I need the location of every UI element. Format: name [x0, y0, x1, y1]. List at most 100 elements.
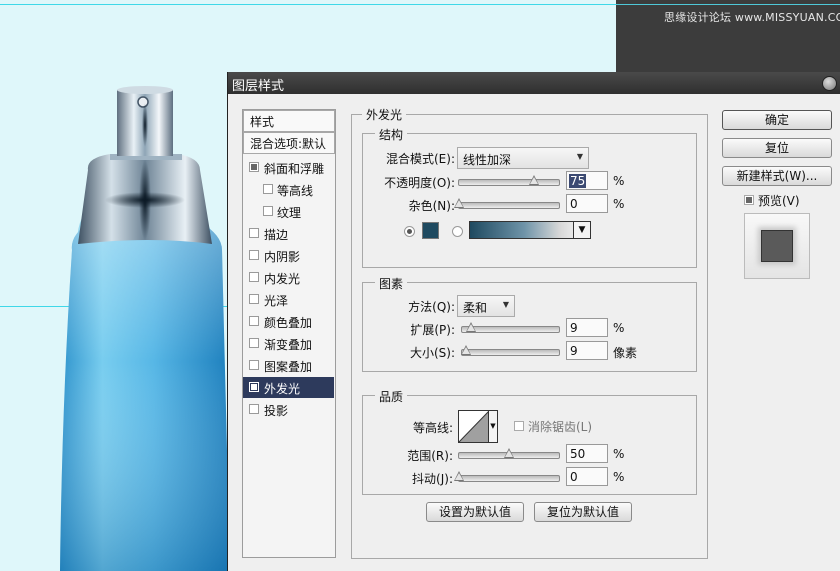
- style-item-label: 投影: [264, 404, 289, 418]
- opacity-slider-thumb[interactable]: [529, 175, 539, 185]
- blend-mode-dropdown[interactable]: 线性加深 ▼: [457, 147, 589, 169]
- style-item-checkbox[interactable]: [249, 294, 259, 304]
- style-item-label: 纹理: [277, 206, 302, 220]
- opacity-input[interactable]: 75: [566, 171, 608, 190]
- style-item[interactable]: 斜面和浮雕: [243, 157, 334, 178]
- style-item-checkbox[interactable]: [249, 338, 259, 348]
- structure-group: 结构 混合模式(E): 线性加深 ▼ 不透明度(O): 75 % 杂色(N): …: [362, 126, 697, 268]
- structure-title: 结构: [375, 126, 408, 143]
- style-list-panel: 样式 混合选项:默认 斜面和浮雕等高线纹理描边内阴影内发光光泽颜色叠加渐变叠加图…: [242, 109, 336, 558]
- dialog-titlebar[interactable]: 图层样式: [228, 72, 840, 94]
- gradient-picker-arrow[interactable]: ▼: [573, 222, 590, 238]
- outer-glow-panel: 外发光 结构 混合模式(E): 线性加深 ▼ 不透明度(O): 75 % 杂色(…: [351, 106, 708, 559]
- contour-picker[interactable]: ▼: [458, 410, 498, 443]
- size-slider-thumb[interactable]: [460, 345, 471, 355]
- style-item-checkbox[interactable]: [249, 162, 259, 172]
- spread-slider-thumb[interactable]: [465, 322, 476, 332]
- preview-checkbox[interactable]: [744, 195, 754, 205]
- style-item[interactable]: 光泽: [243, 289, 334, 310]
- spread-slider[interactable]: [461, 322, 560, 333]
- style-item-checkbox[interactable]: [249, 404, 259, 414]
- size-input[interactable]: 9: [566, 341, 608, 360]
- range-label: 范围(R):: [407, 449, 453, 463]
- range-input[interactable]: 50: [566, 444, 608, 463]
- gradient-radio[interactable]: [452, 226, 463, 237]
- preview-label: 预览(V): [758, 194, 800, 208]
- style-item[interactable]: 纹理: [243, 201, 334, 222]
- glow-color-swatch[interactable]: [422, 222, 439, 239]
- style-item[interactable]: 描边: [243, 223, 334, 244]
- style-item-checkbox[interactable]: [249, 272, 259, 282]
- jitter-input[interactable]: 0: [566, 467, 608, 486]
- style-item-checkbox[interactable]: [263, 184, 273, 194]
- style-item-label: 内阴影: [264, 250, 301, 264]
- styles-header-label: 样式: [250, 115, 275, 129]
- blending-options-header[interactable]: 混合选项:默认: [243, 132, 335, 154]
- style-item[interactable]: 渐变叠加: [243, 333, 334, 354]
- style-item[interactable]: 内阴影: [243, 245, 334, 266]
- style-item-label: 颜色叠加: [264, 316, 313, 330]
- size-label: 大小(S):: [409, 346, 455, 360]
- range-slider-thumb[interactable]: [504, 448, 514, 458]
- style-item-checkbox[interactable]: [249, 382, 259, 392]
- spread-value: 9: [570, 321, 578, 335]
- style-item-label: 斜面和浮雕: [264, 162, 325, 176]
- anti-alias-label: 消除锯齿(L): [528, 420, 593, 434]
- noise-slider-thumb[interactable]: [454, 198, 464, 208]
- chevron-down-icon: ▼: [576, 152, 583, 161]
- anti-alias-checkbox[interactable]: [514, 421, 524, 431]
- style-item[interactable]: 投影: [243, 399, 334, 420]
- reset-button[interactable]: 复位: [722, 138, 832, 158]
- style-item-checkbox[interactable]: [249, 228, 259, 238]
- new-style-button[interactable]: 新建样式(W)...: [722, 166, 832, 186]
- noise-input[interactable]: 0: [566, 194, 608, 213]
- size-value: 9: [570, 344, 578, 358]
- opacity-slider[interactable]: [458, 175, 560, 186]
- ok-button[interactable]: 确定: [722, 110, 832, 130]
- technique-value: 柔和: [463, 301, 488, 315]
- watermark-text: 思缘设计论坛 www.MISSYUAN.COM: [664, 11, 840, 24]
- gradient-picker[interactable]: ▼: [469, 221, 591, 239]
- solid-color-radio[interactable]: [404, 226, 415, 237]
- jitter-slider[interactable]: [454, 471, 560, 482]
- spread-label: 扩展(P):: [410, 323, 455, 337]
- styles-header[interactable]: 样式: [243, 110, 335, 132]
- style-item-label: 渐变叠加: [264, 338, 313, 352]
- style-item-label: 外发光: [264, 382, 301, 396]
- size-pixels-unit: 像素: [613, 346, 638, 360]
- spread-input[interactable]: 9: [566, 318, 608, 337]
- style-item-checkbox[interactable]: [263, 206, 273, 216]
- style-item[interactable]: 等高线: [243, 179, 334, 200]
- style-item[interactable]: 图案叠加: [243, 355, 334, 376]
- contour-curve-icon: [459, 411, 489, 442]
- opacity-percent: %: [613, 174, 625, 188]
- noise-slider[interactable]: [454, 198, 560, 209]
- jitter-value: 0: [570, 470, 578, 484]
- size-slider[interactable]: [460, 345, 560, 356]
- reset-default-button[interactable]: 复位为默认值: [534, 502, 632, 522]
- layer-style-dialog: 图层样式 样式 混合选项:默认 斜面和浮雕等高线纹理描边内阴影内发光光泽颜色叠加…: [227, 72, 840, 571]
- make-default-button[interactable]: 设置为默认值: [426, 502, 524, 522]
- style-item-label: 等高线: [277, 184, 314, 198]
- blending-options-label: 混合选项:默认: [250, 137, 327, 151]
- noise-label: 杂色(N):: [408, 199, 455, 213]
- elements-group: 图素 方法(Q): 柔和 ▼ 扩展(P): 9 % 大小(S): 9 像素: [362, 275, 697, 372]
- style-item-checkbox[interactable]: [249, 360, 259, 370]
- close-icon[interactable]: [822, 76, 837, 91]
- dialog-title: 图层样式: [232, 79, 285, 94]
- style-item-checkbox[interactable]: [249, 316, 259, 326]
- technique-dropdown[interactable]: 柔和 ▼: [457, 295, 515, 317]
- range-slider[interactable]: [458, 448, 560, 459]
- technique-label: 方法(Q):: [408, 300, 455, 314]
- style-item[interactable]: 内发光: [243, 267, 334, 288]
- style-item[interactable]: 颜色叠加: [243, 311, 334, 332]
- chevron-down-icon: ▼: [502, 300, 509, 309]
- style-item-checkbox[interactable]: [249, 250, 259, 260]
- blend-mode-value: 线性加深: [463, 153, 512, 167]
- style-item[interactable]: 外发光: [243, 377, 334, 398]
- contour-dropdown-arrow[interactable]: ▼: [488, 411, 497, 442]
- jitter-slider-thumb[interactable]: [454, 471, 464, 481]
- contour-label: 等高线:: [412, 421, 453, 435]
- range-percent: %: [613, 447, 625, 461]
- style-item-label: 光泽: [264, 294, 289, 308]
